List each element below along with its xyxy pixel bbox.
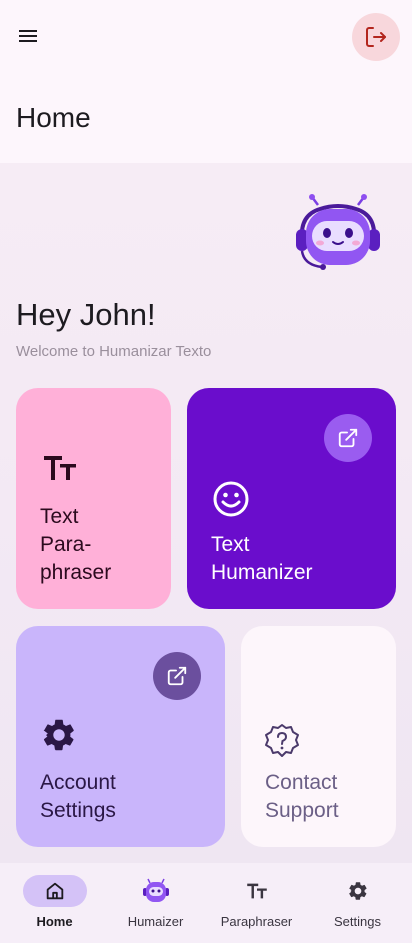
nav-label: Paraphraser — [220, 914, 293, 929]
welcome-subtitle: Welcome to Humanizar Texto — [16, 343, 212, 360]
nav-label: Settings — [334, 914, 381, 929]
nav-item-home[interactable]: Home — [3, 863, 106, 943]
logout-button[interactable] — [352, 13, 400, 61]
text-paraphraser-card[interactable]: Text Para- phraser — [16, 388, 171, 609]
greeting-heading: Hey John! — [16, 297, 156, 332]
text-paraphraser-label: Text Para- phraser — [40, 503, 111, 587]
card-label-line: Humanizer — [211, 561, 313, 584]
open-external-icon — [338, 428, 358, 448]
menu-button[interactable] — [12, 20, 44, 52]
gear-icon — [43, 719, 74, 751]
nav-item-settings[interactable]: Settings — [306, 863, 409, 943]
app-bar: Home — [0, 0, 412, 163]
account-settings-card[interactable]: Account Settings — [16, 626, 225, 847]
card-label-line: Support — [265, 799, 339, 822]
card-label-line: Para- — [40, 533, 92, 556]
bottom-navigation: Home Humaizer Paraphraser Settings — [0, 863, 412, 943]
gear-icon — [348, 882, 367, 900]
open-external-button[interactable] — [153, 652, 201, 700]
nav-label: Humaizer — [127, 914, 184, 929]
robot-icon — [142, 878, 169, 902]
page-title: Home — [16, 102, 91, 133]
robot-mascot-icon — [296, 194, 380, 270]
card-label-line: Text — [211, 533, 250, 556]
text-size-icon — [246, 883, 267, 899]
nav-icon-holder — [326, 875, 390, 907]
text-humanizer-label: Text Humanizer — [211, 531, 313, 587]
text-humanizer-card[interactable]: Text Humanizer — [187, 388, 396, 609]
hamburger-menu-icon — [19, 30, 37, 42]
card-label-line: Contact — [265, 771, 338, 794]
nav-icon-holder — [225, 875, 289, 907]
card-label-line: Text — [40, 505, 79, 528]
contact-support-label: Contact Support — [265, 769, 339, 825]
account-settings-label: Account Settings — [40, 769, 116, 825]
nav-item-humaizer[interactable]: Humaizer — [104, 863, 207, 943]
home-icon — [46, 882, 63, 900]
nav-item-paraphraser[interactable]: Paraphraser — [205, 863, 308, 943]
contact-support-card[interactable]: Contact Support — [241, 626, 396, 847]
help-badge-icon — [265, 724, 299, 757]
nav-icon-holder — [124, 875, 188, 907]
open-external-button[interactable] — [324, 414, 372, 462]
nav-label: Home — [36, 914, 73, 929]
text-size-icon — [44, 456, 76, 480]
card-label-line: phraser — [40, 561, 112, 584]
logout-icon — [366, 27, 386, 47]
smiley-face-icon — [213, 481, 249, 517]
nav-active-indicator — [22, 875, 87, 907]
card-label-line: Settings — [40, 799, 116, 822]
open-external-icon — [167, 666, 187, 686]
card-label-line: Account — [40, 771, 116, 794]
